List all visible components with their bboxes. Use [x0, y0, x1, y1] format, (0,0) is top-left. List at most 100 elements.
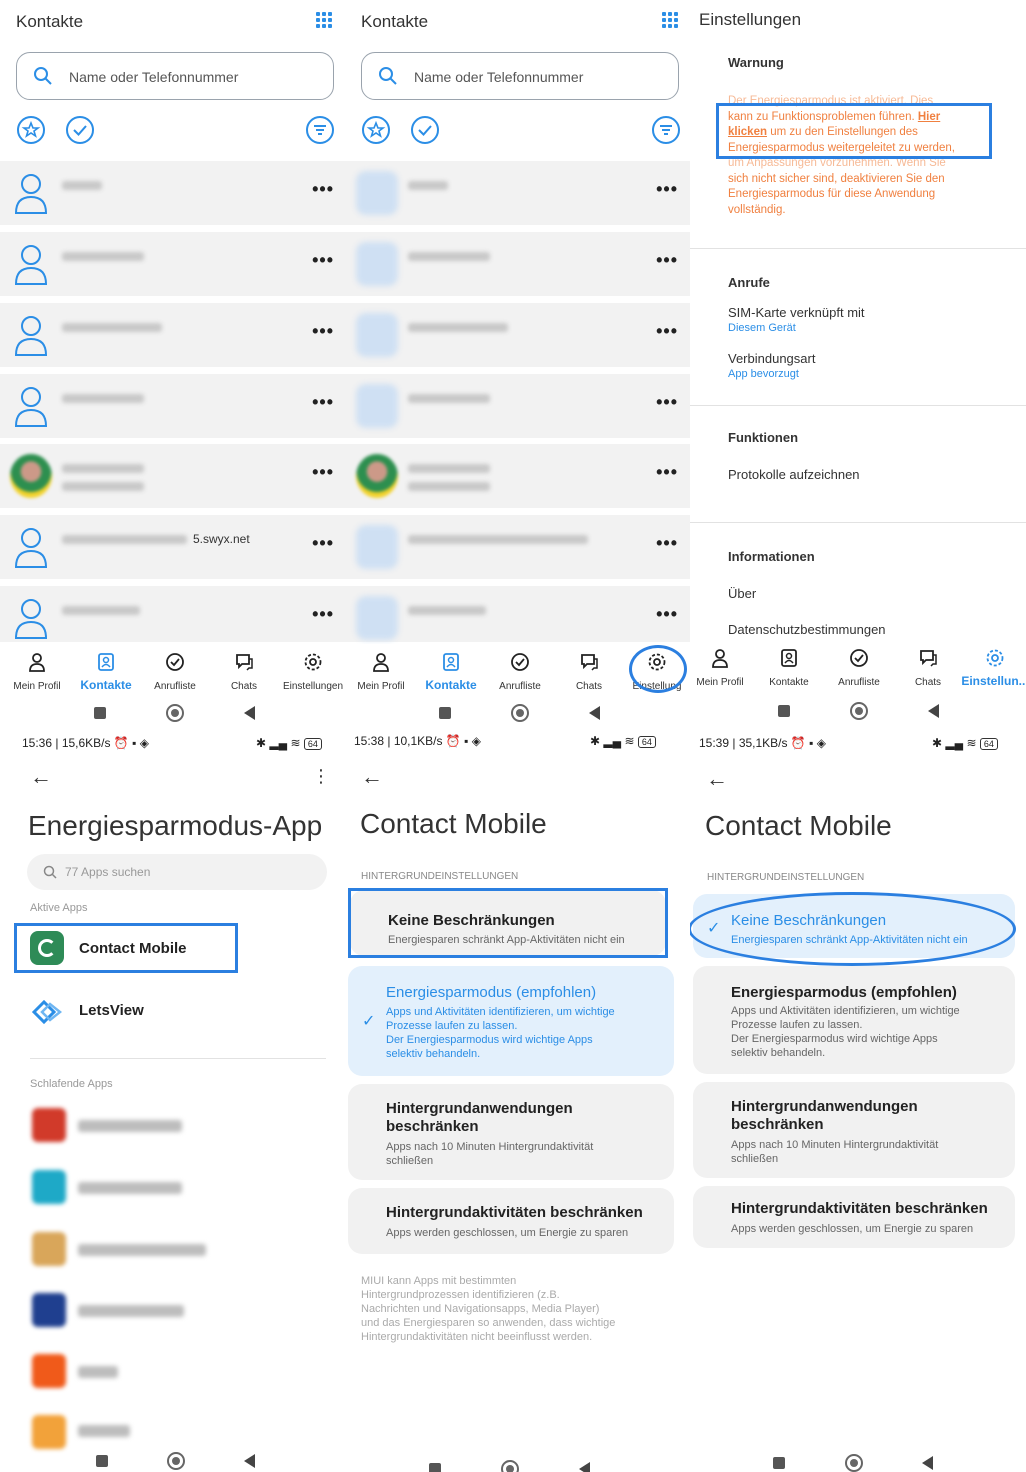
option-restrict-background-apps[interactable]: Hintergrundanwendungen beschränken Apps n…	[693, 1082, 1015, 1178]
list-item[interactable]	[30, 1168, 320, 1208]
home-button[interactable]	[511, 704, 529, 722]
recents-button[interactable]	[429, 1463, 441, 1472]
search-input[interactable]: Name oder Telefonnummer	[16, 52, 334, 100]
list-item[interactable]	[30, 1291, 320, 1331]
back-arrow-icon[interactable]: ←	[706, 766, 728, 792]
list-item[interactable]	[30, 1106, 320, 1146]
back-arrow-icon[interactable]: ←	[361, 764, 383, 790]
tab-chats[interactable]: Chats	[554, 652, 624, 694]
more-icon[interactable]: •••	[656, 462, 678, 483]
recents-button[interactable]	[439, 707, 451, 719]
app-search-input[interactable]: 77 Apps suchen	[27, 854, 327, 890]
tab-profile[interactable]: Mein Profil	[690, 648, 755, 690]
more-icon[interactable]: •••	[656, 604, 678, 625]
option-battery-saver[interactable]: ✓ Energiesparmodus (empfohlen) Apps und …	[348, 966, 674, 1076]
privacy-item[interactable]: Datenschutzbestimmungen	[728, 622, 886, 637]
home-button[interactable]	[850, 702, 868, 720]
list-item[interactable]: •••	[346, 444, 690, 508]
tab-contacts[interactable]: Kontakte	[416, 652, 486, 694]
star-circle-icon[interactable]	[16, 115, 46, 145]
connection-setting[interactable]: Verbindungsart	[728, 351, 815, 366]
list-item[interactable]: •••	[0, 374, 346, 438]
page-title: Einstellungen	[699, 10, 802, 29]
list-item[interactable]	[30, 1352, 320, 1392]
tab-calls[interactable]: Anrufliste	[485, 652, 555, 694]
back-button[interactable]	[589, 706, 600, 720]
recents-button[interactable]	[94, 707, 106, 719]
home-button[interactable]	[166, 704, 184, 722]
more-icon[interactable]: •••	[312, 250, 334, 271]
filter-icon[interactable]	[305, 115, 335, 145]
list-item[interactable]: •••	[0, 161, 346, 225]
tab-settings[interactable]: Einstellungen	[278, 652, 346, 694]
tab-profile[interactable]: Mein Profil	[346, 652, 416, 694]
list-item[interactable]	[30, 1413, 320, 1449]
list-item[interactable]: •••	[346, 374, 690, 438]
more-icon[interactable]: •••	[312, 533, 334, 554]
filter-icon[interactable]	[651, 115, 681, 145]
recents-button[interactable]	[778, 705, 790, 717]
list-item[interactable]: •••	[346, 161, 690, 225]
list-item[interactable]: •••	[0, 444, 346, 508]
tab-chats[interactable]: Chats	[209, 652, 279, 694]
more-icon[interactable]: •••	[312, 604, 334, 625]
chat-icon	[581, 654, 598, 671]
calls-heading: Anrufe	[728, 275, 770, 290]
more-icon[interactable]: •••	[312, 392, 334, 413]
home-button[interactable]	[167, 1452, 185, 1470]
sim-setting[interactable]: SIM-Karte verknüpft mit	[728, 305, 865, 320]
more-icon[interactable]: •••	[656, 321, 678, 342]
more-icon[interactable]: •••	[656, 392, 678, 413]
list-item[interactable]: •••	[346, 515, 690, 579]
back-button[interactable]	[922, 1456, 933, 1470]
dialpad-icon[interactable]	[662, 12, 678, 28]
option-battery-saver[interactable]: Energiesparmodus (empfohlen) Apps und Ak…	[693, 966, 1015, 1074]
back-arrow-icon[interactable]: ←	[30, 764, 52, 790]
tab-profile[interactable]: Mein Profil	[2, 652, 72, 694]
option-restrict-background-activity[interactable]: Hintergrundaktivitäten beschränken Apps …	[693, 1186, 1015, 1248]
dialpad-icon[interactable]	[316, 12, 332, 28]
list-item[interactable]: •••	[346, 303, 690, 367]
option-restrict-background-activity[interactable]: Hintergrundaktivitäten beschränken Apps …	[348, 1188, 674, 1254]
list-item[interactable]: 5.swyx.net •••	[0, 515, 346, 579]
tab-contacts[interactable]: Kontakte	[754, 648, 824, 690]
list-item[interactable]: •••	[0, 586, 346, 642]
letsview-app-icon	[31, 999, 63, 1025]
list-item[interactable]: •••	[0, 303, 346, 367]
back-button[interactable]	[579, 1462, 590, 1472]
more-icon[interactable]: •••	[312, 179, 334, 200]
check-circle-icon[interactable]	[65, 115, 95, 145]
recents-button[interactable]	[96, 1455, 108, 1467]
tab-chats[interactable]: Chats	[893, 648, 963, 690]
avatar	[356, 525, 398, 569]
back-button[interactable]	[244, 1454, 255, 1468]
recents-button[interactable]	[773, 1457, 785, 1469]
home-button[interactable]	[501, 1460, 519, 1472]
more-icon[interactable]: •••	[312, 321, 334, 342]
about-item[interactable]: Über	[728, 586, 756, 601]
more-icon[interactable]: •••	[312, 462, 334, 483]
system-nav	[346, 1452, 690, 1472]
list-item[interactable]: •••	[346, 586, 690, 642]
more-icon[interactable]: •••	[656, 250, 678, 271]
check-circle-icon[interactable]	[410, 115, 440, 145]
tab-settings[interactable]: Einstellun...	[960, 648, 1026, 690]
more-icon[interactable]: •••	[656, 179, 678, 200]
tab-calls[interactable]: Anrufliste	[824, 648, 894, 690]
option-restrict-background-apps[interactable]: Hintergrundanwendungen beschränken Apps n…	[348, 1084, 674, 1180]
logs-setting[interactable]: Protokolle aufzeichnen	[728, 467, 860, 482]
app-item-letsview[interactable]: LetsView	[14, 990, 238, 1034]
avatar	[356, 171, 398, 215]
star-circle-icon[interactable]	[361, 115, 391, 145]
more-icon[interactable]: •••	[656, 533, 678, 554]
tab-contacts[interactable]: Kontakte	[71, 652, 141, 694]
list-item[interactable]	[30, 1230, 320, 1270]
back-button[interactable]	[244, 706, 255, 720]
back-button[interactable]	[928, 704, 939, 718]
list-item[interactable]: •••	[346, 232, 690, 296]
tab-calls[interactable]: Anrufliste	[140, 652, 210, 694]
search-input[interactable]: Name oder Telefonnummer	[361, 52, 679, 100]
home-button[interactable]	[845, 1454, 863, 1472]
more-vert-icon[interactable]: ⋮	[312, 766, 330, 787]
list-item[interactable]: •••	[0, 232, 346, 296]
